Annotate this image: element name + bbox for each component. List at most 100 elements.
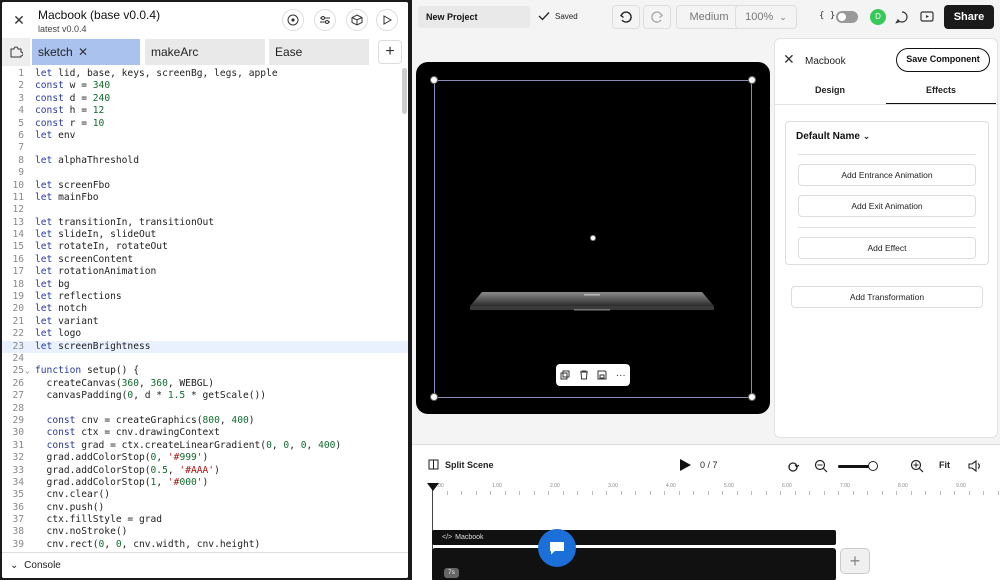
code-line[interactable]: 35 cnv.clear() (2, 489, 408, 501)
code-line[interactable]: 24 (2, 353, 408, 365)
zoom-select[interactable]: 100% ⌄ (735, 5, 797, 29)
package-button[interactable] (346, 9, 368, 31)
pivot-point[interactable] (590, 235, 596, 241)
code-line[interactable]: 19 let reflections (2, 291, 408, 303)
close-panel-icon[interactable]: ✕ (783, 51, 795, 68)
code-line[interactable]: 13 let transitionIn, transitionOut (2, 217, 408, 229)
share-button[interactable]: Share (944, 5, 994, 29)
code-line[interactable]: 21 let variant (2, 316, 408, 328)
code-line[interactable]: 39 cnv.rect(0, 0, cnv.width, cnv.height) (2, 539, 408, 551)
support-chat-button[interactable] (538, 529, 576, 567)
resize-handle-tr[interactable] (748, 76, 756, 84)
save-status: Saved (538, 11, 578, 21)
code-line[interactable]: 12 (2, 204, 408, 216)
help-button[interactable] (282, 9, 304, 31)
add-scene-button[interactable]: + (840, 548, 870, 574)
fold-chevron-icon[interactable]: ⌄ (25, 365, 30, 377)
playhead-handle[interactable] (427, 483, 439, 491)
tab-makearc[interactable]: makeArc (145, 39, 265, 65)
code-line[interactable]: 10 let screenFbo (2, 180, 408, 192)
code-line[interactable]: 22 let logo (2, 328, 408, 340)
code-view-toggle[interactable] (836, 11, 858, 23)
code-area[interactable]: 1 let lid, base, keys, screenBg, legs, ap… (2, 68, 408, 552)
add-exit-animation-button[interactable]: Add Exit Animation (798, 195, 976, 217)
add-entrance-animation-button[interactable]: Add Entrance Animation (798, 164, 976, 186)
resize-handle-bl[interactable] (430, 393, 438, 401)
code-line[interactable]: 36 cnv.push() (2, 502, 408, 514)
present-icon[interactable] (920, 10, 934, 24)
code-line[interactable]: 26 createCanvas(360, 360, WEBGL) (2, 378, 408, 390)
code-line[interactable]: 5 const r = 10 (2, 118, 408, 130)
sketch-version: latest v0.0.4 (38, 24, 87, 34)
play-icon[interactable] (678, 458, 692, 472)
code-line[interactable]: 37 ctx.fillStyle = grad (2, 514, 408, 526)
code-line[interactable]: 33 grad.addColorStop(0.5, '#AAA') (2, 465, 408, 477)
code-line[interactable]: 15 let rotateIn, rotateOut (2, 241, 408, 253)
code-line[interactable]: 32 grad.addColorStop(0, '#999') (2, 452, 408, 464)
tab-sketch[interactable]: sketch ✕ (32, 39, 140, 65)
quality-select[interactable]: Medium (676, 5, 742, 29)
timeline-scene-track[interactable]: 7s (432, 548, 836, 580)
code-line[interactable]: 34 grad.addColorStop(1, '#000') (2, 477, 408, 489)
puzzle-icon[interactable] (2, 38, 30, 66)
code-line[interactable]: 18 let bg (2, 279, 408, 291)
run-button[interactable] (376, 9, 398, 31)
line-code: let slideIn, slideOut (35, 229, 157, 241)
redo-button[interactable] (643, 5, 671, 29)
time-ruler[interactable]: 0.00 1.00 2.00 3.00 4.00 5.00 6.00 7.00 8.00 9.00 (432, 483, 999, 495)
more-icon[interactable]: ··· (616, 370, 626, 381)
timeline-zoom-slider-knob[interactable] (868, 461, 878, 471)
console-toggle[interactable]: ⌄ Console (2, 552, 408, 578)
code-line[interactable]: 3 const d = 240 (2, 93, 408, 105)
add-transformation-button[interactable]: Add Transformation (791, 286, 983, 308)
code-line[interactable]: 29 const cnv = createGraphics(800, 400) (2, 415, 408, 427)
code-line[interactable]: 14 let slideIn, slideOut (2, 229, 408, 241)
zoom-in-icon[interactable] (910, 459, 924, 473)
code-line[interactable]: 28 (2, 403, 408, 415)
code-line[interactable]: 23 let screenBrightness (2, 340, 408, 353)
zoom-out-icon[interactable] (814, 459, 828, 473)
code-line[interactable]: 16 let screenContent (2, 254, 408, 266)
tab-effects[interactable]: Effects (886, 83, 996, 105)
close-tab-icon[interactable]: ✕ (78, 39, 88, 65)
split-scene-button[interactable]: Split Scene (428, 459, 494, 470)
save-component-button[interactable]: Save Component (896, 48, 990, 72)
effect-group-name[interactable]: Default Name ⌄ (796, 131, 870, 142)
code-line[interactable]: 31 const grad = ctx.createLinearGradient… (2, 440, 408, 452)
undo-button[interactable] (612, 5, 640, 29)
resize-handle-br[interactable] (748, 393, 756, 401)
code-line[interactable]: 1 let lid, base, keys, screenBg, legs, ap… (2, 68, 408, 80)
settings-sliders-button[interactable] (314, 9, 336, 31)
tab-design[interactable]: Design (775, 83, 885, 105)
timeline-track-macbook[interactable]: </> Macbook (432, 530, 836, 545)
tab-ease[interactable]: Ease (269, 39, 369, 65)
code-line[interactable]: 27 canvasPadding(0, d * 1.5 * getScale()… (2, 390, 408, 402)
add-effect-button[interactable]: Add Effect (798, 237, 976, 259)
code-line[interactable]: 7 (2, 142, 408, 154)
add-tab-button[interactable]: + (378, 40, 402, 64)
project-name-field[interactable]: New Project (418, 6, 530, 28)
code-line[interactable]: 30 const ctx = cnv.drawingContext (2, 427, 408, 439)
fit-button[interactable]: Fit (939, 460, 950, 470)
code-line[interactable]: 11 let mainFbo (2, 192, 408, 204)
save-icon[interactable] (597, 370, 607, 380)
code-line[interactable]: 20 let notch (2, 303, 408, 315)
code-line[interactable]: 6 let env (2, 130, 408, 142)
stage-canvas[interactable]: ··· (416, 62, 770, 414)
close-editor-icon[interactable]: ✕ (10, 11, 28, 29)
duplicate-icon[interactable] (560, 370, 570, 380)
code-line[interactable]: 4 const h = 12 (2, 105, 408, 117)
code-line[interactable]: 38 cnv.noStroke() (2, 526, 408, 538)
code-line[interactable]: 2 const w = 340 (2, 80, 408, 92)
resize-handle-tl[interactable] (430, 76, 438, 84)
loop-icon[interactable] (786, 460, 800, 474)
comment-icon[interactable] (895, 10, 909, 24)
code-line[interactable]: 17 let rotationAnimation (2, 266, 408, 278)
code-line[interactable]: 8 let alphaThreshold (2, 155, 408, 167)
code-line[interactable]: 9 (2, 167, 408, 179)
volume-icon[interactable] (968, 459, 982, 473)
editor-scrollbar[interactable] (402, 68, 407, 114)
code-line[interactable]: 25 ⌄ function setup() { (2, 365, 408, 377)
user-avatar[interactable]: D (870, 9, 886, 25)
trash-icon[interactable] (579, 370, 589, 380)
